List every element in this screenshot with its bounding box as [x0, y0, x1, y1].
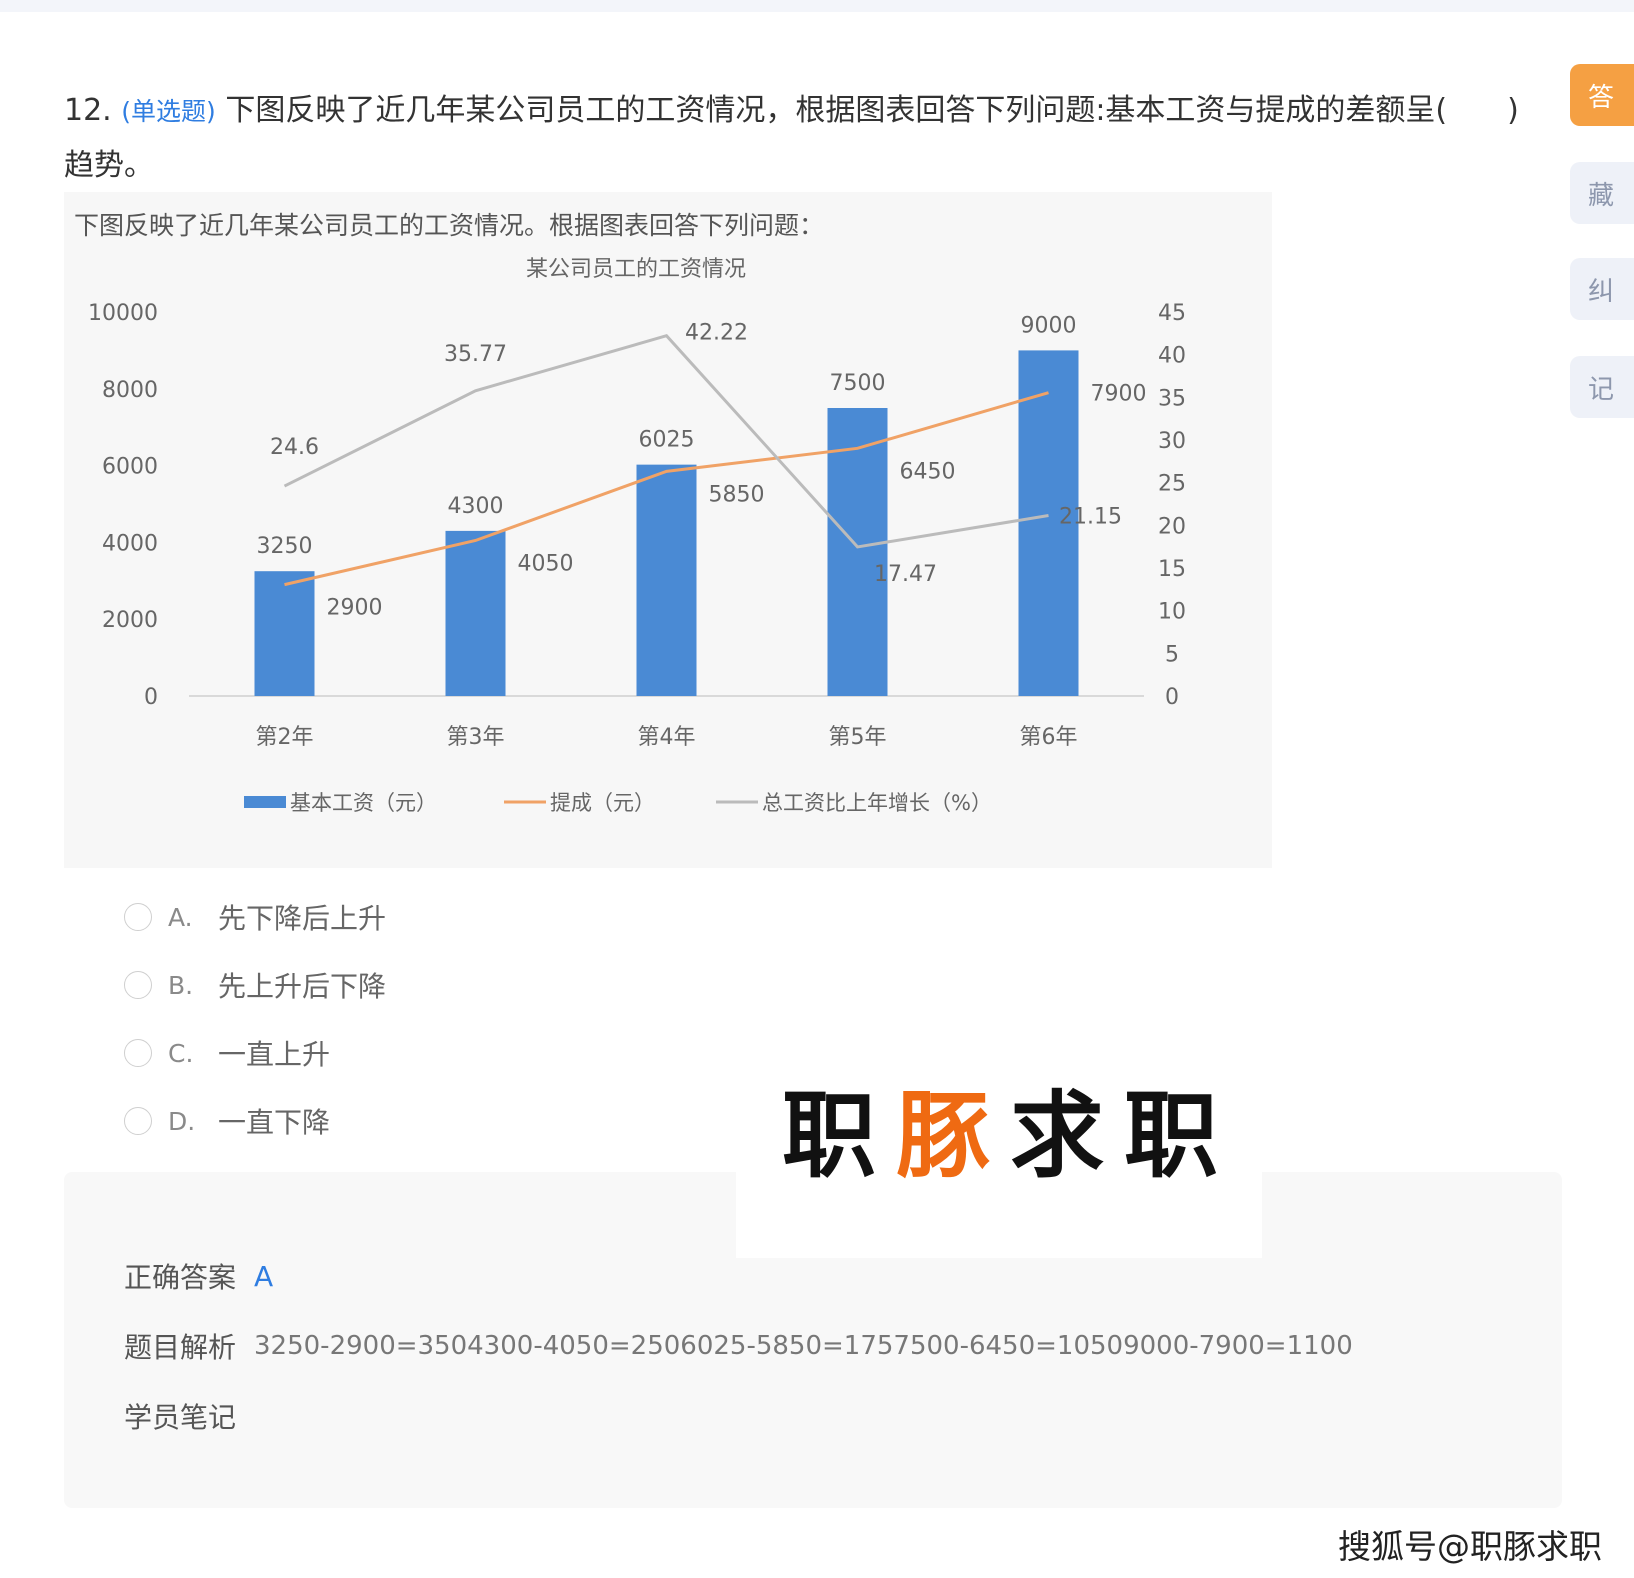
watermark-char: 求	[1010, 1082, 1105, 1191]
growth-value-label: 42.22	[685, 321, 748, 346]
legend-label-basic-salary: 基本工资（元）	[290, 791, 437, 815]
radio-d[interactable]	[124, 1107, 152, 1135]
option-key: B.	[168, 970, 194, 1000]
analysis-text: 3250-2900=3504300-4050=2506025-5850=1757…	[254, 1331, 1353, 1361]
y-right-tick-label: 0	[1165, 685, 1179, 710]
y-right-tick-label: 5	[1165, 642, 1179, 667]
question-type: (单选题)	[121, 97, 216, 126]
option-d[interactable]: D. 一直下降	[124, 1099, 484, 1143]
y-left-tick-label: 2000	[102, 608, 158, 633]
commission-value-label: 2900	[327, 596, 383, 621]
bar-value-label: 7500	[830, 371, 886, 396]
bar-basic-salary	[636, 464, 697, 696]
option-text: 一直下降	[218, 1106, 331, 1139]
legend-label-growth: 总工资比上年增长（%）	[762, 791, 992, 815]
growth-value-label: 17.47	[874, 562, 937, 587]
analysis-row: 题目解析 3250-2900=3504300-4050=2506025-5850…	[124, 1326, 1353, 1366]
option-key: D.	[168, 1106, 196, 1136]
radio-a[interactable]	[124, 903, 152, 931]
x-category-label: 第6年	[1020, 725, 1078, 750]
y-right-tick-label: 45	[1158, 301, 1186, 326]
y-left-tick-label: 8000	[102, 378, 158, 403]
y-right-tick-label: 35	[1158, 386, 1186, 411]
correct-answer-value: A	[254, 1259, 274, 1293]
growth-value-label: 24.6	[270, 435, 319, 460]
watermark-char: 豚	[896, 1082, 991, 1191]
x-category-label: 第4年	[638, 725, 696, 750]
question-figure: 下图反映了近几年某公司员工的工资情况。根据图表回答下列问题： 某公司员工的工资情…	[64, 192, 1272, 868]
correct-answer-label: 正确答案	[124, 1261, 237, 1294]
option-b[interactable]: B. 先上升后下降	[124, 963, 484, 1007]
x-category-label: 第5年	[829, 725, 887, 750]
option-c[interactable]: C. 一直上升	[124, 1031, 484, 1075]
y-right-tick-label: 40	[1158, 344, 1186, 369]
bar-value-label: 6025	[639, 428, 695, 453]
top-bar	[0, 0, 1634, 12]
notes-row: 学员笔记	[124, 1396, 254, 1436]
watermark-char: 职	[782, 1082, 877, 1191]
bar-value-label: 9000	[1021, 313, 1077, 338]
bar-basic-salary	[254, 571, 315, 696]
y-right-tick-label: 10	[1158, 600, 1186, 625]
y-right-tick-label: 15	[1158, 557, 1186, 582]
tab-answer[interactable]: 答	[1570, 64, 1634, 126]
bar-basic-salary	[445, 530, 506, 696]
radio-b[interactable]	[124, 971, 152, 999]
source-watermark: 搜狐号@职豚求职	[1338, 1527, 1602, 1566]
tab-notes[interactable]: 记	[1570, 356, 1634, 418]
option-key: A.	[168, 902, 193, 932]
commission-value-label: 5850	[709, 482, 765, 507]
watermark-char: 职	[1124, 1082, 1219, 1191]
growth-value-label: 21.15	[1059, 505, 1122, 530]
tab-report-error[interactable]: 纠	[1570, 258, 1634, 320]
bar-value-label: 3250	[257, 534, 313, 559]
option-a[interactable]: A. 先下降后上升	[124, 895, 484, 939]
notes-label: 学员笔记	[124, 1401, 237, 1434]
y-right-tick-label: 20	[1158, 514, 1186, 539]
y-right-tick-label: 30	[1158, 429, 1186, 454]
correct-answer-row: 正确答案 A	[124, 1256, 273, 1296]
question-stem: 12. (单选题) 下图反映了近几年某公司员工的工资情况，根据图表回答下列问题:…	[64, 84, 1544, 193]
option-text: 一直上升	[218, 1038, 331, 1071]
radio-c[interactable]	[124, 1039, 152, 1067]
option-text: 先上升后下降	[218, 970, 387, 1003]
y-right-tick-label: 25	[1158, 472, 1186, 497]
commission-value-label: 7900	[1091, 382, 1147, 407]
analysis-label: 题目解析	[124, 1331, 237, 1364]
tab-favorite[interactable]: 藏	[1570, 162, 1634, 224]
x-category-label: 第2年	[256, 725, 314, 750]
option-text: 先下降后上升	[218, 902, 387, 935]
bar-value-label: 4300	[448, 494, 504, 519]
y-left-tick-label: 6000	[102, 455, 158, 480]
x-category-label: 第3年	[447, 725, 505, 750]
y-left-tick-label: 10000	[88, 301, 158, 326]
y-left-tick-label: 0	[144, 685, 158, 710]
watermark-logo: 职 豚 求 职	[736, 1052, 1262, 1258]
option-key: C.	[168, 1038, 194, 1068]
question-number: 12.	[64, 93, 112, 128]
question-text: 下图反映了近几年某公司员工的工资情况，根据图表回答下列问题:基本工资与提成的差额…	[64, 93, 1519, 183]
y-left-tick-label: 4000	[102, 531, 158, 556]
commission-value-label: 6450	[900, 459, 956, 484]
legend-swatch-basic-salary	[244, 796, 286, 808]
salary-chart: 某公司员工的工资情况 0 2000 4000 6000 8000 10000 0 5 10 15 20…	[88, 257, 1186, 815]
chart-title: 某公司员工的工资情况	[526, 257, 746, 282]
growth-value-label: 35.77	[444, 342, 507, 367]
commission-value-label: 4050	[518, 551, 574, 576]
legend-label-commission: 提成（元）	[550, 791, 655, 815]
